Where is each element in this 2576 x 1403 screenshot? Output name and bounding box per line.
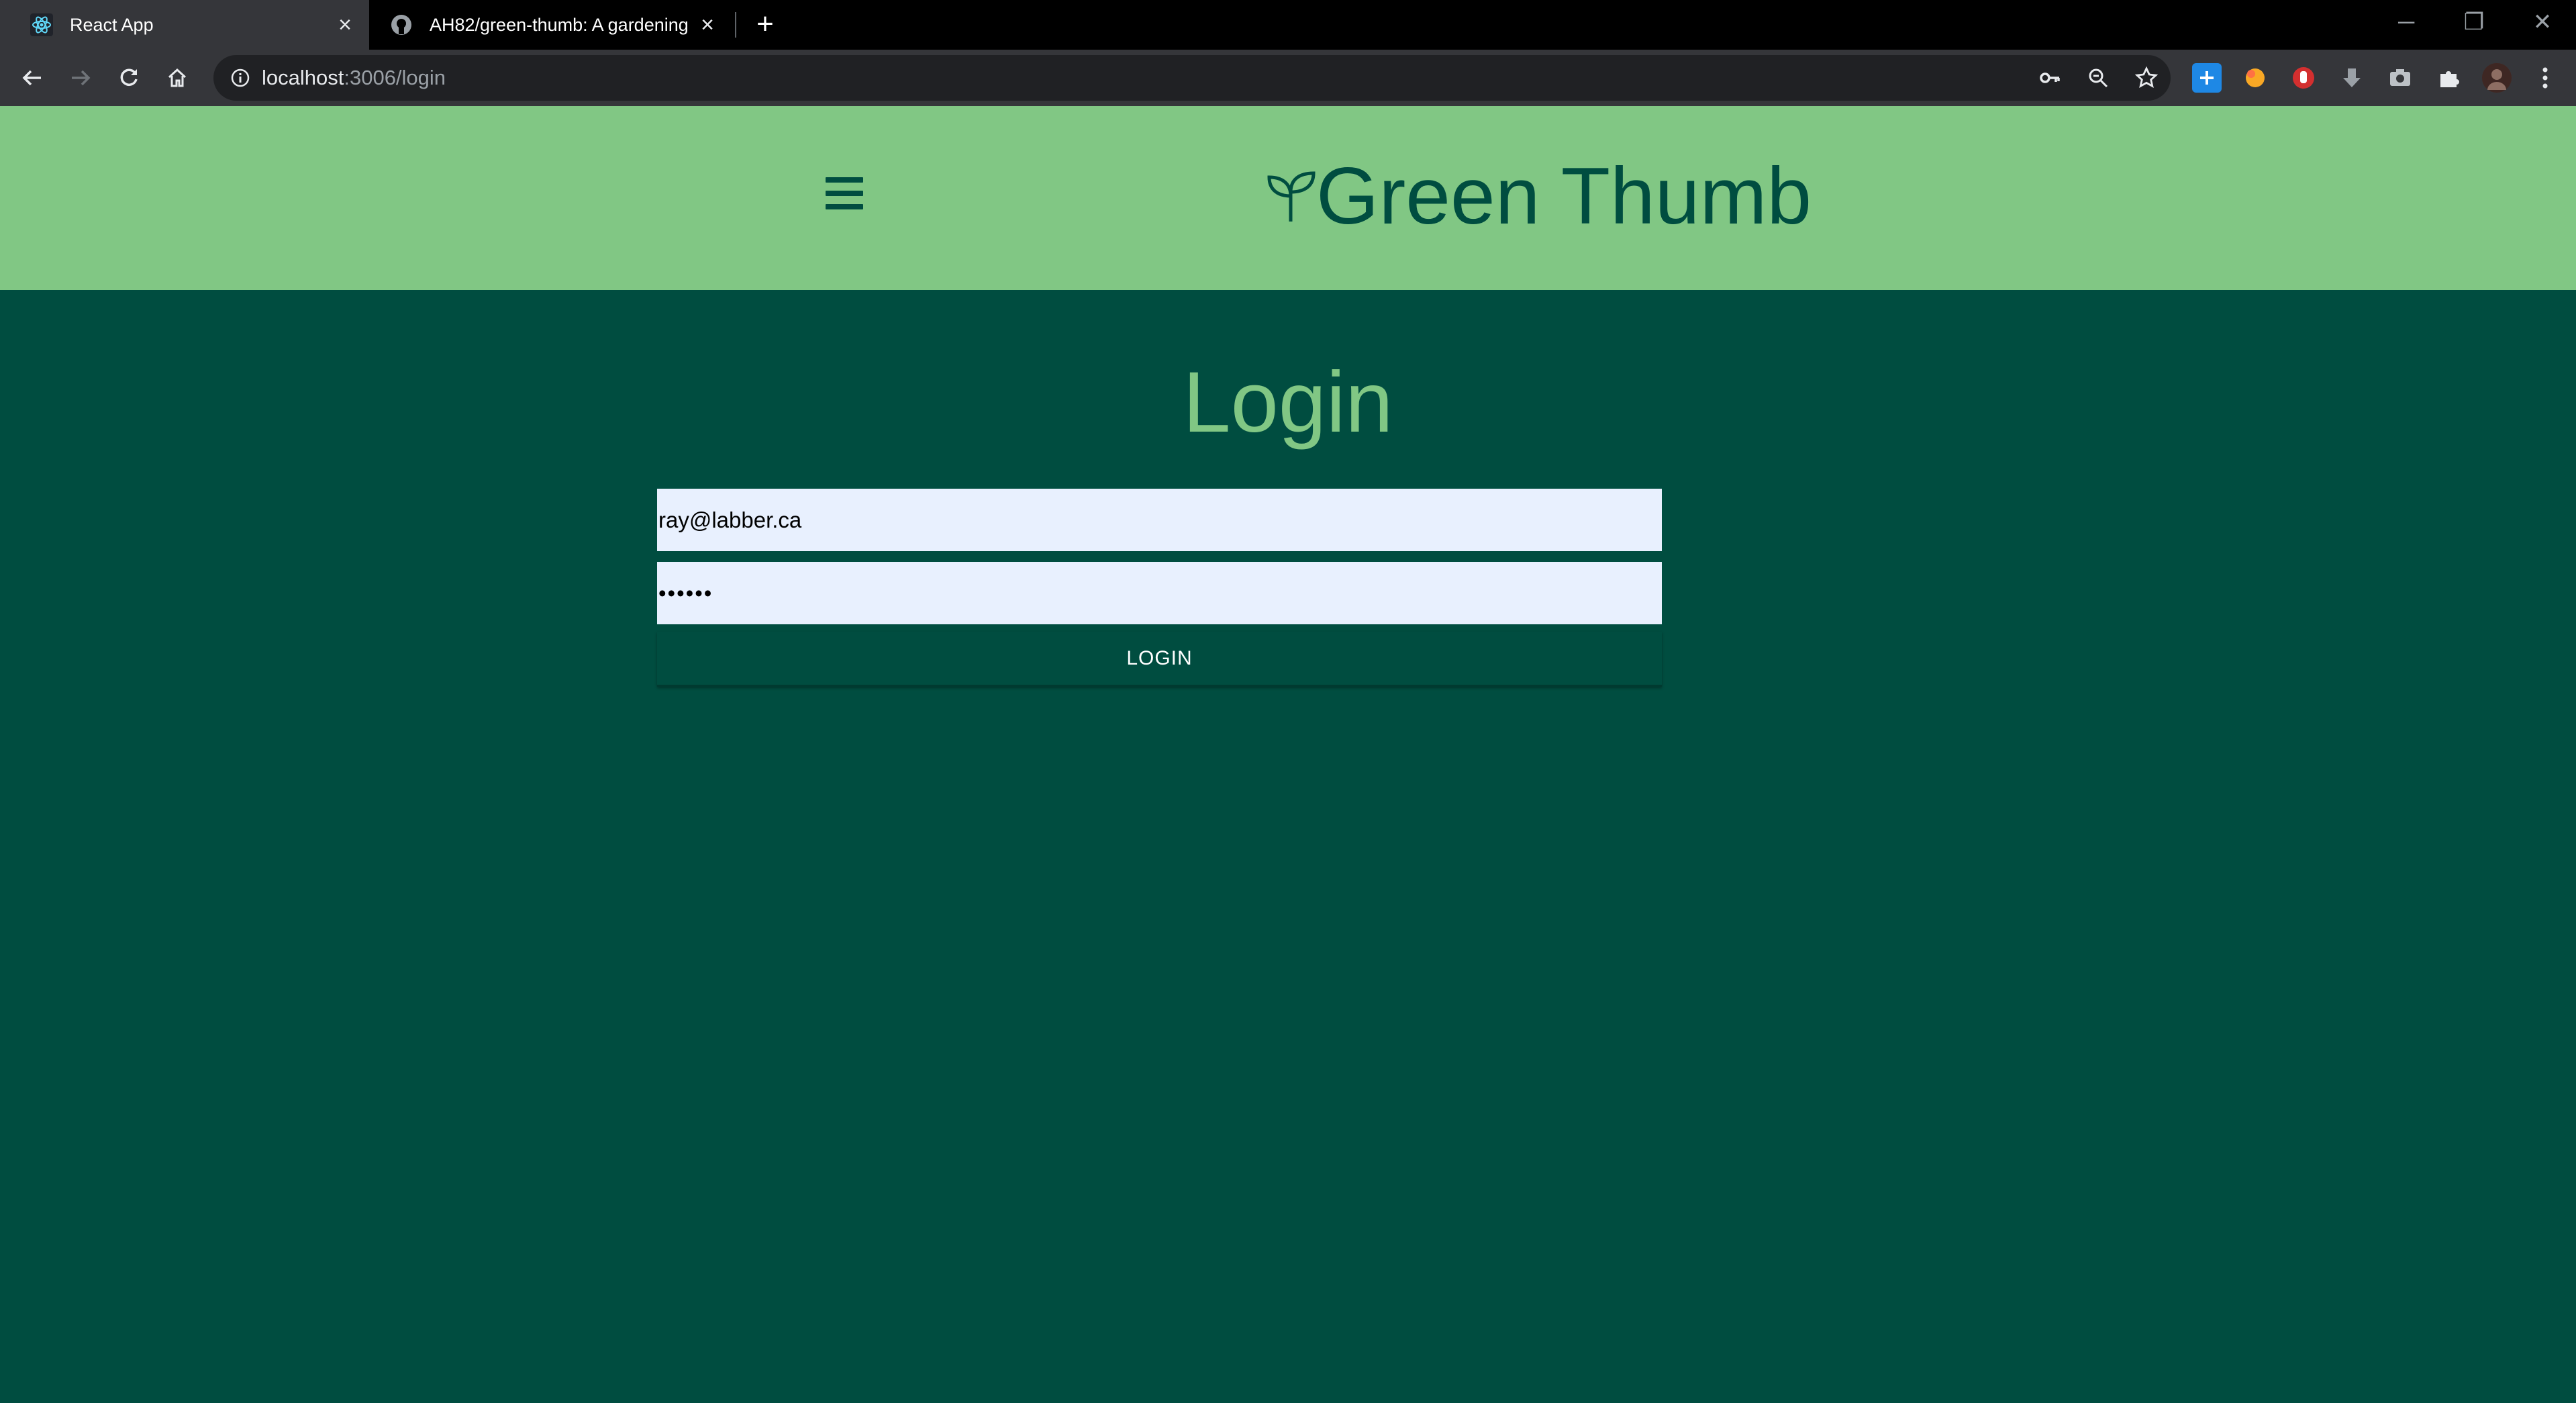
hamburger-menu-icon[interactable]: [826, 177, 863, 215]
react-icon: [28, 11, 55, 38]
minimize-button[interactable]: ─: [2373, 0, 2440, 44]
login-button[interactable]: LOGIN: [657, 632, 1662, 687]
page-title: Login: [1183, 354, 1393, 450]
tab-github[interactable]: AH82/green-thumb: A gardening ×: [383, 0, 732, 50]
reload-icon[interactable]: [114, 63, 144, 93]
brand-name: Green Thumb: [1316, 151, 1812, 241]
password-field[interactable]: [657, 562, 1662, 624]
address-bar[interactable]: localhost:3006/login: [213, 55, 2171, 101]
bookmark-star-icon[interactable]: [2133, 64, 2160, 91]
tab-close-icon[interactable]: ×: [332, 11, 358, 38]
window-close-button[interactable]: ✕: [2509, 0, 2576, 44]
back-icon[interactable]: [17, 63, 47, 93]
download-icon[interactable]: [2337, 63, 2367, 93]
key-icon[interactable]: [2036, 64, 2063, 91]
restore-button[interactable]: ❐: [2440, 0, 2508, 44]
url-text: localhost:3006/login: [262, 66, 446, 89]
extension-plus-icon[interactable]: [2192, 63, 2222, 93]
site-info-icon[interactable]: [227, 64, 254, 91]
github-icon: [388, 11, 415, 38]
zoom-icon[interactable]: [2085, 64, 2112, 91]
tab-title: AH82/green-thumb: A gardening: [430, 14, 689, 35]
sprout-icon: [1267, 171, 1316, 222]
tab-close-icon[interactable]: ×: [694, 11, 721, 38]
tab-react-app[interactable]: React App ×: [0, 0, 369, 50]
extension-orange-icon[interactable]: [2240, 63, 2270, 93]
tab-strip: React App × AH82/green-thumb: A gardenin…: [0, 0, 2576, 50]
extension-hand-icon[interactable]: [2289, 63, 2318, 93]
tab-separator: [735, 12, 736, 38]
forward-icon[interactable]: [66, 63, 95, 93]
new-tab-button[interactable]: +: [752, 9, 779, 39]
tab-title: React App: [70, 14, 154, 35]
avatar[interactable]: [2482, 63, 2512, 93]
extensions-puzzle-icon[interactable]: [2434, 63, 2463, 93]
camera-icon[interactable]: [2385, 63, 2415, 93]
brand[interactable]: Green Thumb: [1265, 149, 1812, 243]
home-icon[interactable]: [162, 63, 192, 93]
email-field[interactable]: [657, 489, 1662, 551]
browser-menu-icon[interactable]: [2530, 63, 2560, 93]
